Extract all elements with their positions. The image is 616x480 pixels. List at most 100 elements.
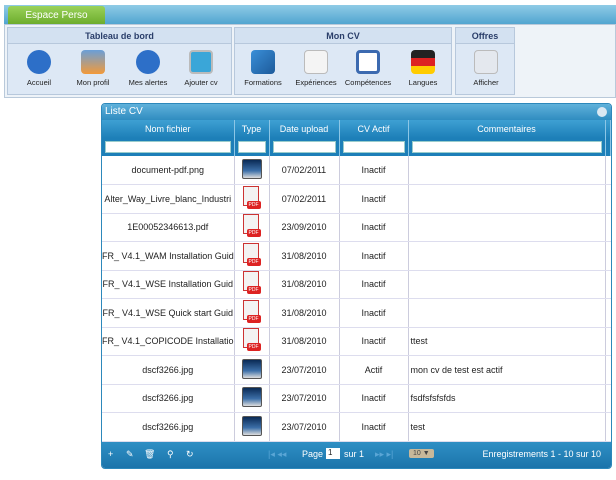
delete-icon[interactable]: 🗑 — [144, 449, 155, 460]
button-label: Mes alertes — [128, 78, 168, 87]
afficher-button[interactable]: Afficher — [461, 50, 511, 87]
button-label: Compétences — [344, 78, 392, 87]
collapse-icon[interactable] — [597, 107, 607, 117]
column-header-date-upload[interactable]: Date upload — [269, 120, 340, 138]
cell-commentaires — [408, 213, 606, 242]
cell-date-upload: 23/07/2010 — [269, 384, 340, 413]
cell-nom-fichier: FR_ V4.1_COPICODE Installatio — [102, 327, 235, 356]
ribbon-toolbar: Tableau de bord Accueil Mon profil Mes a… — [4, 24, 616, 98]
group-mon-cv: Mon CV Formations Expériences Compétence… — [234, 27, 452, 95]
grid-footer: + ✎ 🗑 ⚲ ↻ |◂ ◂◂ Page 1 sur 1 ▸▸ ▸| 10 ▼ … — [102, 442, 611, 468]
cell-cv-actif: Inactif — [339, 270, 409, 299]
table-row[interactable]: FR_ V4.1_WSE Installation Guid PDF 31/08… — [102, 270, 611, 299]
cell-commentaires — [408, 241, 606, 271]
cell-type: PDF — [234, 327, 270, 356]
rows-per-page-select[interactable]: 10 ▼ — [409, 449, 434, 458]
refresh-icon[interactable]: ↻ — [186, 449, 194, 460]
filter-date-upload[interactable] — [272, 140, 336, 153]
cell-type — [234, 156, 270, 185]
button-label: Accueil — [26, 78, 52, 87]
records-info: Enregistrements 1 - 10 sur 10 — [482, 449, 601, 459]
page-total: sur 1 — [344, 449, 365, 459]
filter-type[interactable] — [237, 140, 266, 153]
cell-commentaires: fsdfsfsfsfds — [408, 384, 606, 413]
column-header-cv-actif[interactable]: CV Actif — [339, 120, 409, 138]
pdf-icon: PDF — [241, 214, 263, 238]
cell-nom-fichier: dscf3266.jpg — [102, 384, 235, 413]
cv-list-grid: Liste CV Nom fichier Type Date upload CV… — [101, 103, 612, 469]
cell-commentaires — [408, 270, 606, 299]
profile-icon — [81, 50, 105, 74]
cell-date-upload: 31/08/2010 — [269, 327, 340, 356]
column-header-type[interactable]: Type — [234, 120, 270, 138]
image-icon — [241, 159, 262, 179]
table-row[interactable]: document-pdf.png 07/02/2011 Inactif — [102, 156, 611, 185]
cv-table: Nom fichier Type Date upload CV Actif Co… — [102, 120, 611, 442]
column-header-spacer — [605, 120, 611, 138]
next-page-icon[interactable]: ▸▸ ▸| — [375, 449, 393, 460]
cell-nom-fichier: FR_ V4.1_WAM Installation Guid — [102, 241, 235, 271]
table-row[interactable]: FR_ V4.1_WAM Installation Guid PDF 31/08… — [102, 241, 611, 271]
cell-nom-fichier: dscf3266.jpg — [102, 355, 235, 385]
button-label: Ajouter cv — [184, 78, 218, 87]
add-icon[interactable]: + — [108, 449, 113, 459]
group-title: Mon CV — [235, 28, 451, 44]
tab-espace-perso[interactable]: Espace Perso — [8, 6, 105, 25]
cell-date-upload: 23/09/2010 — [269, 213, 340, 242]
button-label: Formations — [244, 78, 282, 87]
cell-cv-actif: Inactif — [339, 241, 409, 271]
cell-cv-actif: Inactif — [339, 213, 409, 242]
pdf-icon: PDF — [241, 299, 263, 324]
cell-type: PDF — [234, 241, 270, 271]
table-row[interactable]: dscf3266.jpg 23/07/2010 Actif mon cv de … — [102, 355, 611, 385]
formations-button[interactable]: Formations — [238, 50, 288, 87]
langues-button[interactable]: Langues — [398, 50, 448, 87]
mes-alertes-button[interactable]: Mes alertes — [123, 50, 173, 87]
cell-commentaires: ttest — [408, 327, 606, 356]
cell-cv-actif: Inactif — [339, 184, 409, 214]
column-header-commentaires[interactable]: Commentaires — [408, 120, 606, 138]
first-page-icon[interactable]: |◂ ◂◂ — [268, 449, 286, 460]
table-row[interactable]: FR_ V4.1_WSE Quick start Guid PDF 31/08/… — [102, 298, 611, 328]
group-title: Offres — [456, 28, 514, 44]
cell-nom-fichier: FR_ V4.1_WSE Quick start Guid — [102, 298, 235, 328]
cell-date-upload: 07/02/2011 — [269, 184, 340, 214]
list-icon — [356, 50, 380, 74]
page-input[interactable]: 1 — [326, 448, 340, 460]
cell-cv-actif: Inactif — [339, 298, 409, 328]
edit-icon[interactable]: ✎ — [126, 449, 134, 460]
image-icon — [241, 415, 262, 436]
experiences-button[interactable]: Expériences — [291, 50, 341, 87]
table-row[interactable]: FR_ V4.1_COPICODE Installatio PDF 31/08/… — [102, 327, 611, 356]
filter-nom-fichier[interactable] — [105, 140, 231, 153]
mon-profil-button[interactable]: Mon profil — [68, 50, 118, 87]
button-label: Mon profil — [76, 78, 110, 87]
search-icon[interactable]: ⚲ — [167, 449, 174, 460]
cell-nom-fichier: FR_ V4.1_WSE Installation Guid — [102, 270, 235, 299]
competences-button[interactable]: Compétences — [343, 50, 393, 87]
group-title: Tableau de bord — [8, 28, 231, 44]
cell-type: PDF — [234, 184, 270, 214]
table-row[interactable]: dscf3266.jpg 23/07/2010 Inactif fsdfsfsf… — [102, 384, 611, 413]
cell-commentaires: test — [408, 412, 606, 442]
table-row[interactable]: 1E00052346613.pdf PDF 23/09/2010 Inactif — [102, 213, 611, 242]
column-header-nom-fichier[interactable]: Nom fichier — [102, 120, 235, 138]
cell-date-upload: 23/07/2010 — [269, 355, 340, 385]
filter-commentaires[interactable] — [411, 140, 602, 153]
arrow-right-icon — [189, 50, 213, 74]
table-row[interactable]: Alter_Way_Livre_blanc_Industri PDF 07/02… — [102, 184, 611, 214]
pdf-icon: PDF — [241, 242, 263, 267]
filter-cv-actif[interactable] — [342, 140, 405, 153]
ajouter-cv-button[interactable]: Ajouter cv — [176, 50, 226, 87]
cell-type: PDF — [234, 213, 270, 242]
table-row[interactable]: dscf3266.jpg 23/07/2010 Inactif test — [102, 412, 611, 442]
info-icon — [136, 50, 160, 74]
cell-nom-fichier: document-pdf.png — [102, 156, 235, 185]
accueil-button[interactable]: Accueil — [14, 50, 64, 87]
books-icon — [251, 50, 275, 74]
cell-date-upload: 31/08/2010 — [269, 241, 340, 271]
pdf-icon: PDF — [241, 328, 263, 352]
pdf-icon: PDF — [241, 271, 263, 295]
cell-nom-fichier: dscf3266.jpg — [102, 412, 235, 442]
document-icon — [474, 50, 498, 74]
